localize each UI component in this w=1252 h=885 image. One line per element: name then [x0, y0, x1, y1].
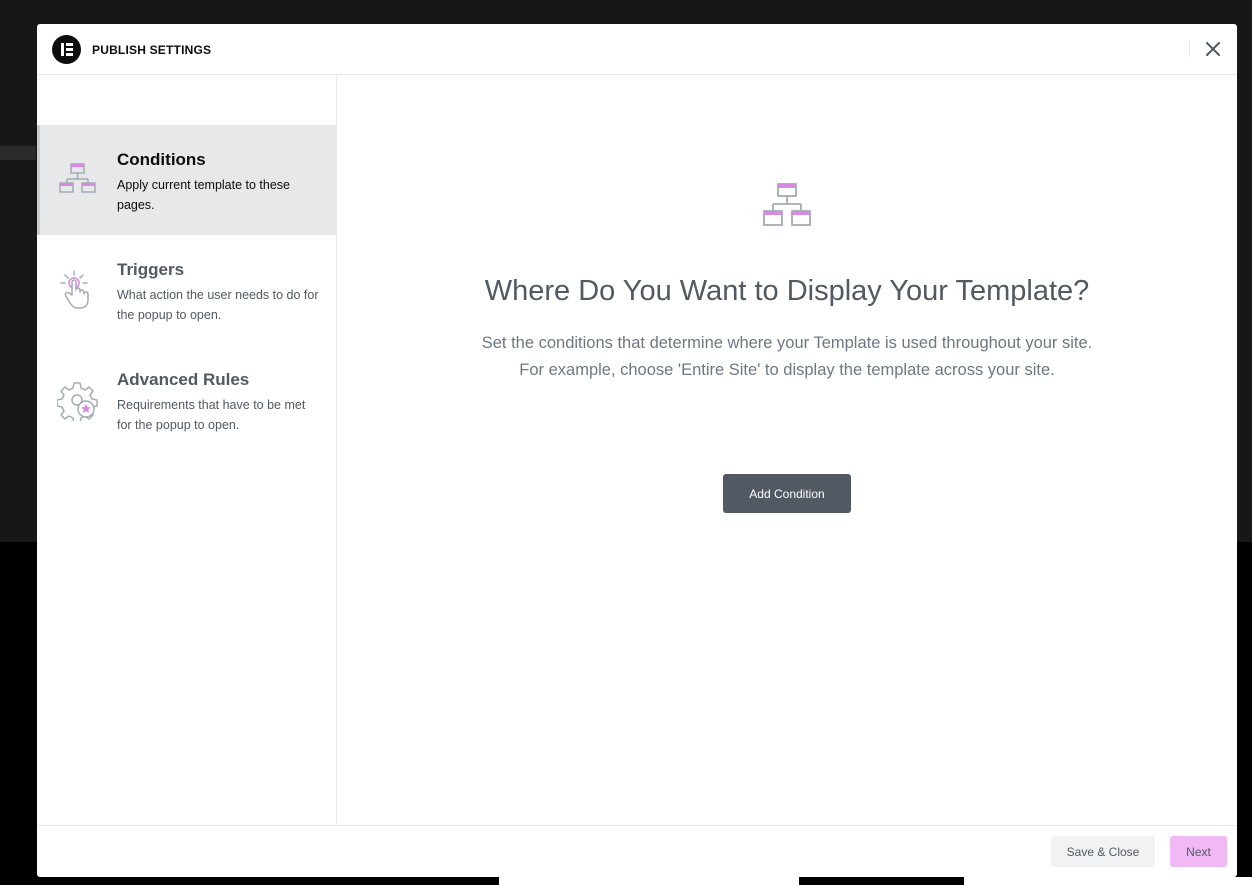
conditions-panel: Where Do You Want to Display Your Templa… [337, 75, 1237, 825]
backdrop-fragment [0, 146, 36, 160]
tab-title: Conditions [117, 150, 206, 169]
tab-description: Requirements that have to be met for the… [117, 398, 306, 432]
tab-title: Advanced Rules [117, 370, 250, 389]
tab-title: Triggers [117, 260, 185, 279]
modal-footer: Save & Close Next [37, 825, 1237, 877]
add-condition-button[interactable]: Add Condition [723, 474, 851, 513]
modal-title: PUBLISH SETTINGS [92, 43, 212, 57]
save-close-button[interactable]: Save & Close [1051, 836, 1155, 867]
conditions-description: Set the conditions that determine where … [337, 330, 1237, 384]
gear-star-icon [57, 382, 98, 421]
tab-description: What action the user needs to do for the… [117, 288, 319, 322]
next-button[interactable]: Next [1170, 836, 1227, 867]
tab-conditions[interactable]: Conditions Apply current template to the… [37, 125, 336, 235]
backdrop-strip [964, 877, 1252, 885]
sitemap-icon [763, 183, 811, 226]
elementor-logo-icon [52, 35, 81, 64]
settings-sidebar: Conditions Apply current template to the… [37, 75, 337, 825]
conditions-heading: Where Do You Want to Display Your Templa… [484, 275, 1090, 307]
tab-advanced-rules[interactable]: Advanced Rules Requirements that have to… [37, 345, 336, 455]
description-line: For example, choose 'Entire Site' to dis… [519, 361, 1055, 379]
backdrop-strip [300, 877, 499, 885]
tab-description: Apply current template to these pages. [117, 178, 291, 212]
pointer-click-icon [60, 270, 89, 309]
description-line: Set the conditions that determine where … [481, 334, 1093, 352]
modal-header: PUBLISH SETTINGS [37, 24, 1237, 75]
close-button[interactable] [1203, 39, 1223, 59]
sitemap-icon [59, 163, 96, 193]
publish-settings-modal: PUBLISH SETTINGS Conditions Apply curren… [37, 24, 1237, 877]
tab-triggers[interactable]: Triggers What action the user needs to d… [37, 235, 336, 345]
backdrop-strip [499, 877, 799, 885]
close-icon [1206, 42, 1220, 56]
header-divider [1189, 40, 1190, 58]
